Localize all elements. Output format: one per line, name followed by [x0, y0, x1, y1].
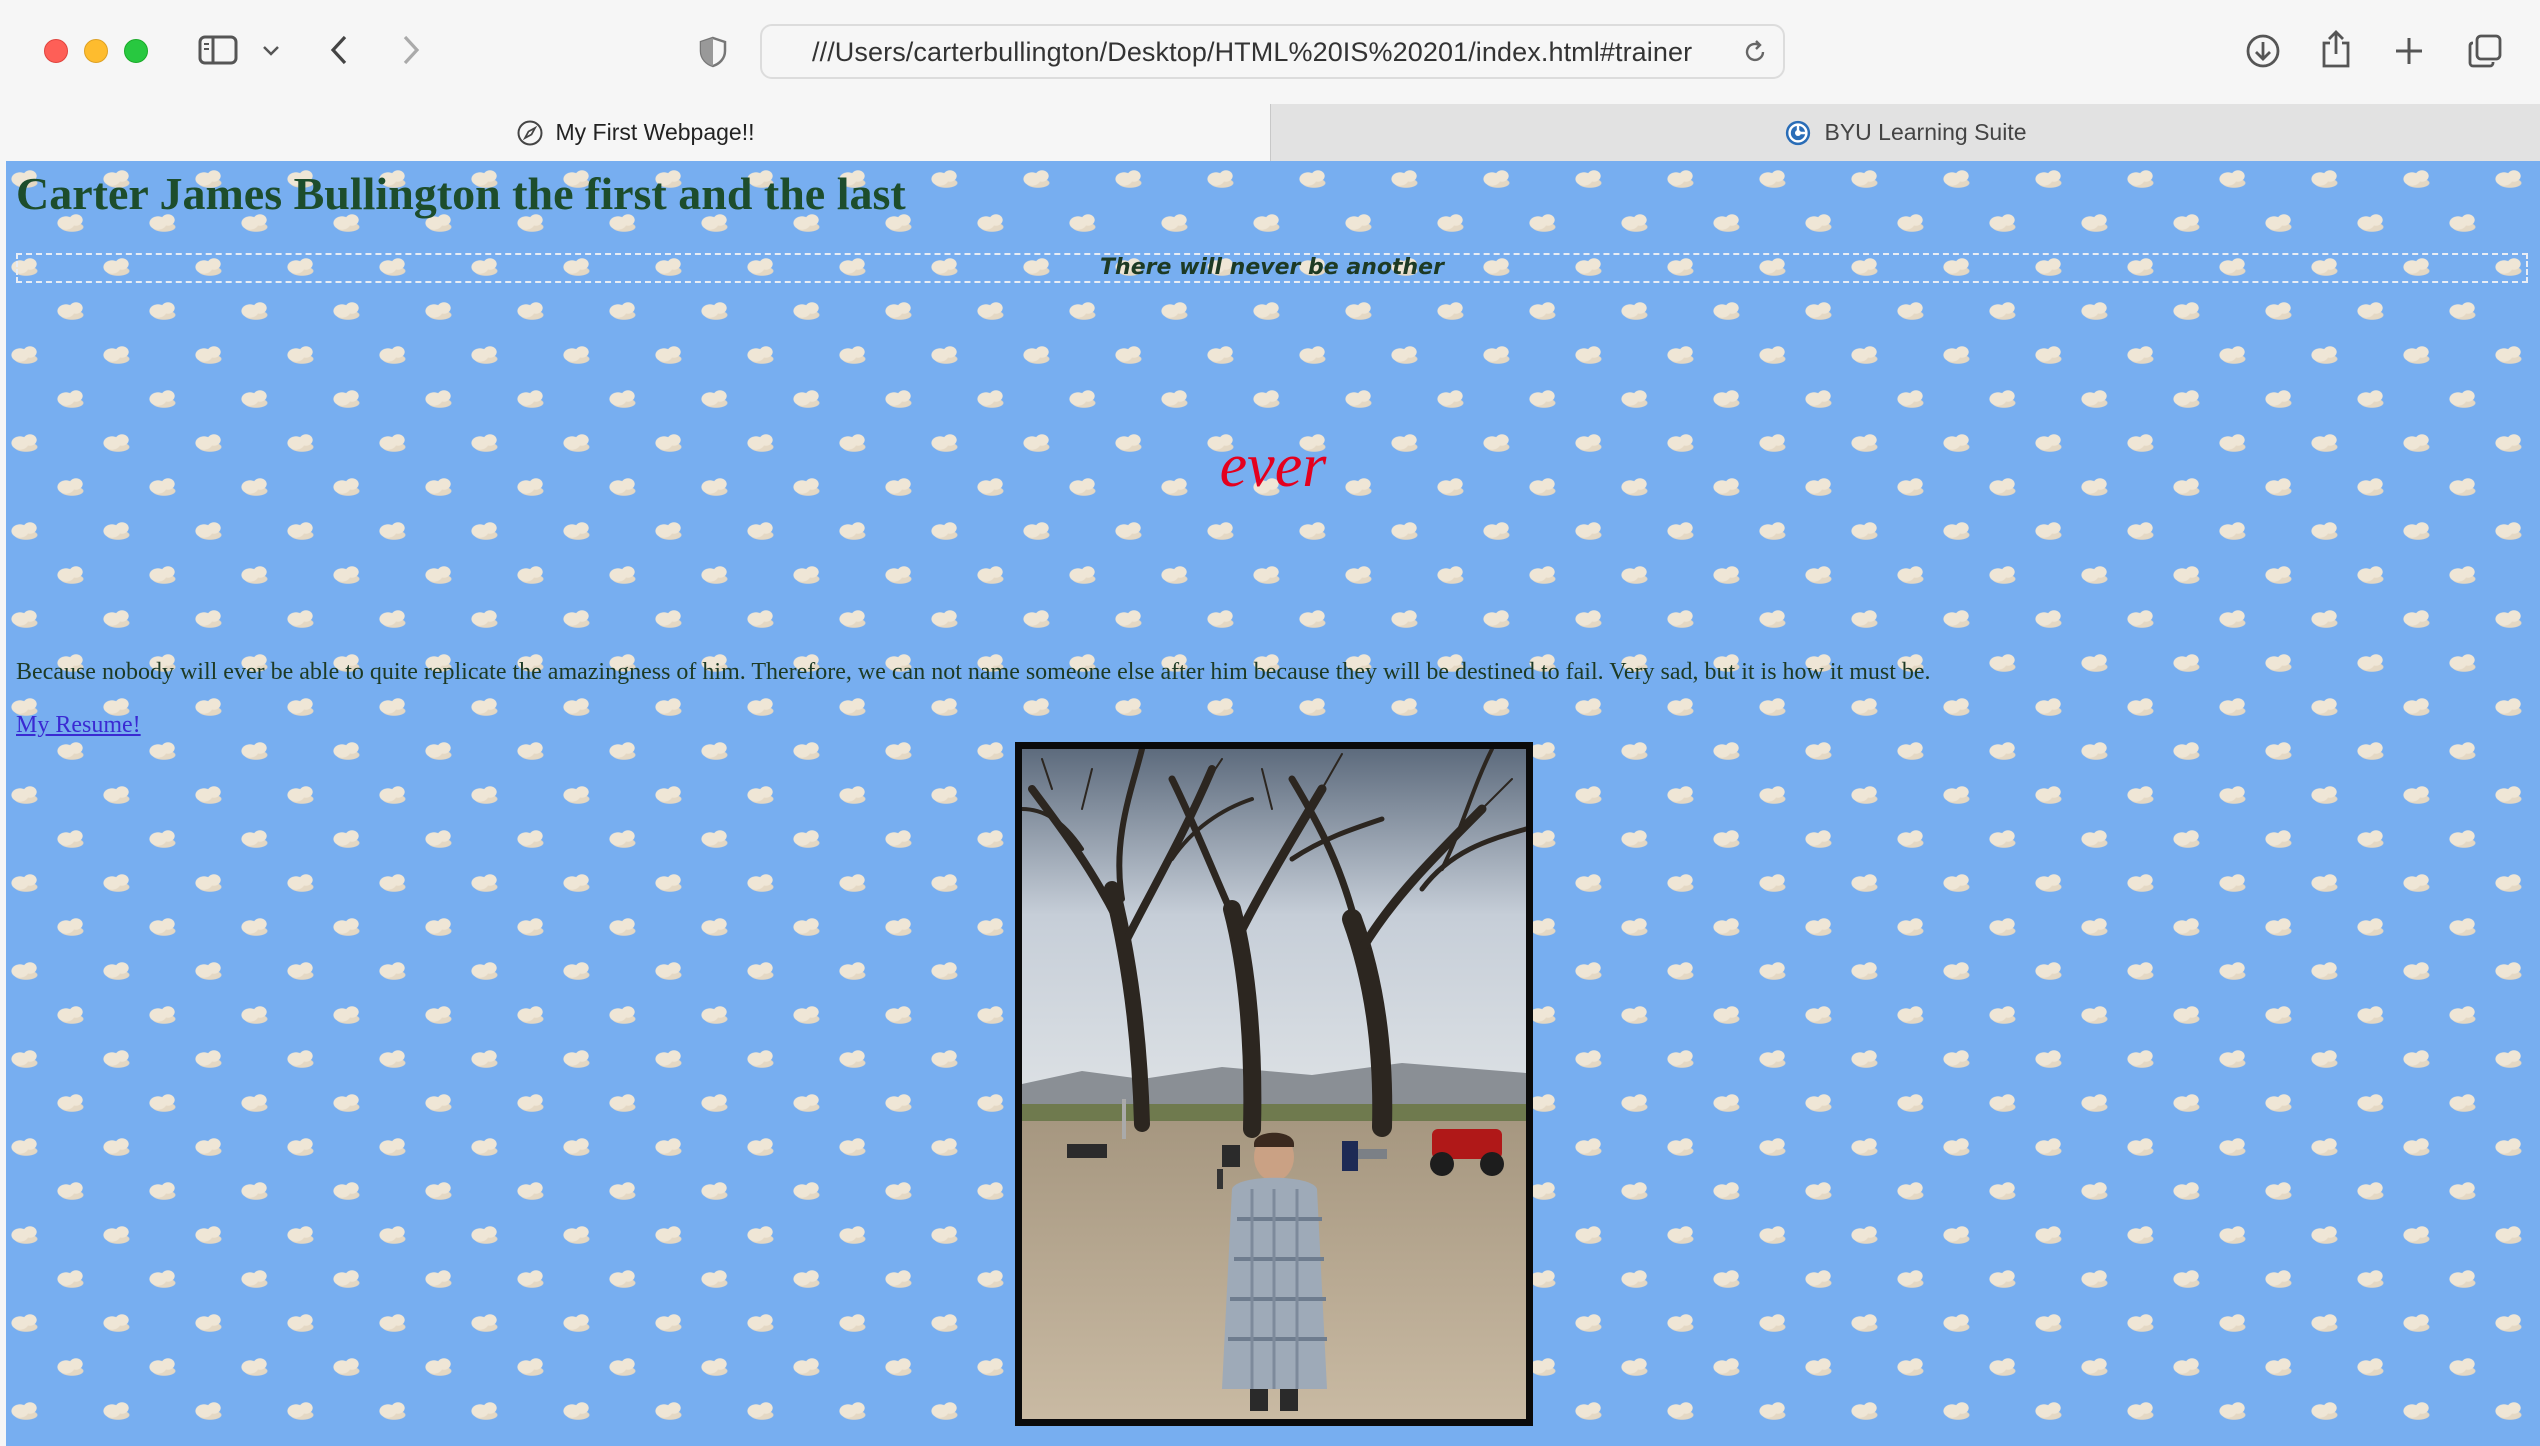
resume-link[interactable]: My Resume!: [16, 712, 141, 739]
intro-paragraph: Because nobody will ever be able to quit…: [16, 659, 1931, 685]
forward-arrow-icon[interactable]: [396, 32, 426, 68]
ever-heading: ever: [1219, 432, 1327, 500]
tab-label: My First Webpage!!: [555, 119, 755, 145]
minimize-window-button[interactable]: [84, 39, 108, 63]
back-arrow-icon[interactable]: [324, 32, 354, 68]
browser-toolbar: ///Users/carterbullington/Desktop/HTML%2…: [0, 0, 2540, 104]
tab-overview-icon[interactable]: [2466, 32, 2504, 70]
tab-bar: My First Webpage!! BYU Learning Suite: [0, 104, 2540, 161]
profile-photo: [1015, 742, 1533, 1426]
tab-label: BYU Learning Suite: [1824, 119, 2027, 145]
close-window-button[interactable]: [44, 39, 68, 63]
webpage-content: Carter James Bullington the first and th…: [6, 161, 2540, 1446]
privacy-shield-icon[interactable]: [696, 34, 730, 70]
reload-icon[interactable]: [1741, 38, 1769, 66]
sidebar-icon[interactable]: [196, 33, 240, 67]
address-url[interactable]: ///Users/carterbullington/Desktop/HTML%2…: [812, 37, 1692, 68]
page-title: Carter James Bullington the first and th…: [16, 168, 906, 219]
tab-my-first-webpage[interactable]: My First Webpage!!: [0, 104, 1270, 161]
person-photo-image: [1022, 749, 1526, 1419]
chevron-down-icon[interactable]: [260, 40, 282, 62]
subtitle-box: There will never be another: [16, 253, 2528, 283]
new-tab-plus-icon[interactable]: [2392, 34, 2426, 68]
compass-icon: [516, 119, 544, 147]
subtitle: There will never be another: [1100, 255, 1444, 280]
tab-byu-learning-suite[interactable]: BYU Learning Suite: [1270, 104, 2540, 161]
share-icon[interactable]: [2318, 28, 2354, 70]
learning-suite-icon: [1784, 119, 1812, 147]
fullscreen-window-button[interactable]: [124, 39, 148, 63]
address-bar[interactable]: ///Users/carterbullington/Desktop/HTML%2…: [760, 24, 1785, 79]
download-icon[interactable]: [2244, 32, 2282, 70]
